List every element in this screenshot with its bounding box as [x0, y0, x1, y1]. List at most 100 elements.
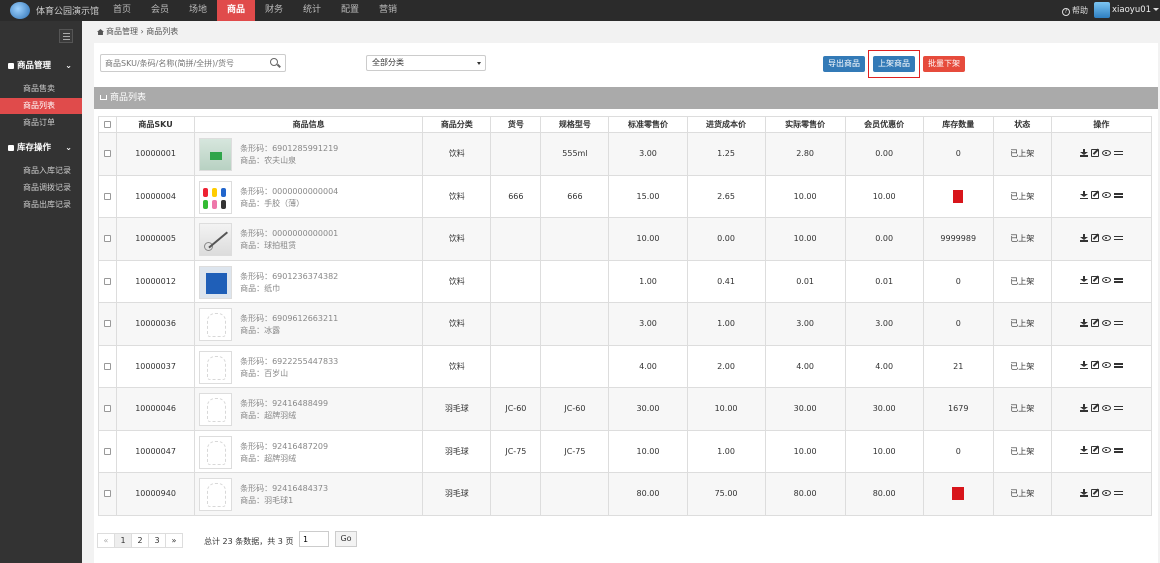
help-link[interactable]: ? 帮助 — [1062, 5, 1088, 16]
edit-icon[interactable] — [1091, 488, 1100, 497]
view-icon[interactable] — [1102, 404, 1112, 411]
topnav-item[interactable]: 会员 — [141, 0, 179, 21]
sidebar-item[interactable]: 商品调拨记录 — [0, 180, 82, 196]
row-checkbox[interactable] — [104, 447, 111, 455]
product-thumbnail[interactable] — [199, 223, 233, 256]
product-table: 商品SKU 商品信息 商品分类 货号 规格型号 标准零售价 进货成本价 实际零售价 会员优惠价库… — [97, 116, 1153, 516]
category-cell: 饮料 — [422, 259, 492, 303]
product-thumbnail[interactable] — [199, 180, 233, 214]
row-checkbox[interactable] — [104, 490, 111, 498]
avatar[interactable] — [1094, 2, 1110, 18]
edit-icon[interactable] — [1091, 276, 1100, 285]
view-icon[interactable] — [1102, 234, 1112, 241]
edit-icon[interactable] — [1091, 446, 1100, 455]
category-select[interactable]: 全部分类 — [366, 55, 486, 71]
go-button[interactable]: Go — [335, 531, 357, 547]
pager-page[interactable]: 2 — [131, 533, 149, 548]
page-number-input[interactable] — [299, 531, 329, 547]
actions-cell — [1050, 302, 1153, 346]
edit-icon[interactable] — [1091, 318, 1100, 327]
batch-offshelf-button[interactable]: 批量下架 — [923, 56, 965, 72]
view-icon[interactable] — [1102, 447, 1112, 454]
column-header: 进货成本价 — [686, 116, 766, 133]
topnav-item[interactable]: 场地 — [179, 0, 217, 21]
transfer-icon[interactable] — [1114, 234, 1124, 242]
view-icon[interactable] — [1102, 149, 1112, 156]
download-icon[interactable] — [1080, 148, 1089, 157]
cost-cell: 1.00 — [686, 429, 766, 473]
transfer-icon[interactable] — [1114, 489, 1124, 497]
download-icon[interactable] — [1080, 191, 1089, 200]
view-icon[interactable] — [1102, 362, 1112, 369]
topnav-item[interactable]: 营销 — [369, 0, 407, 21]
sidebar-item[interactable]: 商品出库记录 — [0, 197, 82, 213]
view-icon[interactable] — [1102, 277, 1112, 284]
sidebar-item[interactable]: 商品入库记录 — [0, 163, 82, 179]
transfer-icon[interactable] — [1114, 404, 1124, 412]
search-icon[interactable] — [270, 58, 278, 66]
user-menu[interactable]: xiaoyu01 — [1112, 5, 1160, 15]
topnav-item[interactable]: 财务 — [255, 0, 293, 21]
breadcrumb-item[interactable]: 商品管理 — [106, 27, 138, 36]
product-thumbnail[interactable] — [199, 138, 233, 171]
product-thumbnail[interactable] — [199, 478, 233, 511]
sidebar-item[interactable]: 商品售卖 — [0, 81, 82, 97]
transfer-icon[interactable] — [1114, 319, 1124, 327]
menu-toggle-icon[interactable] — [59, 29, 73, 43]
row-checkbox[interactable] — [104, 235, 111, 243]
edit-icon[interactable] — [1091, 403, 1100, 412]
stock-cell: 1679 — [922, 387, 994, 431]
sidebar-section-stock[interactable]: 库存操作 ⌄ — [0, 138, 82, 158]
row-checkbox[interactable] — [104, 320, 111, 328]
sidebar-section-product[interactable]: 商品管理 ⌄ — [0, 56, 82, 76]
transfer-icon[interactable] — [1114, 361, 1124, 369]
download-icon[interactable] — [1080, 403, 1089, 412]
search-input[interactable] — [100, 54, 286, 72]
select-all-checkbox[interactable] — [104, 121, 111, 128]
view-icon[interactable] — [1102, 319, 1112, 326]
topnav-item[interactable]: 统计 — [293, 0, 331, 21]
sidebar-item[interactable]: 商品订单 — [0, 115, 82, 131]
product-barcode: 条形码：6909612663211 — [240, 314, 339, 323]
transfer-icon[interactable] — [1114, 446, 1124, 454]
product-thumbnail[interactable] — [199, 265, 233, 299]
topnav-item[interactable]: 首页 — [103, 0, 141, 21]
sidebar-item[interactable]: 商品列表 — [0, 98, 82, 114]
download-icon[interactable] — [1080, 318, 1089, 327]
product-thumbnail[interactable] — [199, 393, 233, 426]
edit-icon[interactable] — [1091, 361, 1100, 370]
edit-icon[interactable] — [1091, 148, 1100, 157]
download-icon[interactable] — [1080, 488, 1089, 497]
view-icon[interactable] — [1102, 192, 1112, 199]
transfer-icon[interactable] — [1114, 149, 1124, 157]
row-checkbox[interactable] — [104, 150, 111, 158]
topnav-item[interactable]: 商品 — [217, 0, 255, 21]
transfer-icon[interactable] — [1114, 276, 1124, 284]
row-checkbox[interactable] — [104, 405, 111, 413]
download-icon[interactable] — [1080, 233, 1089, 242]
action-icons — [1080, 488, 1124, 497]
edit-icon[interactable] — [1091, 233, 1100, 242]
product-thumbnail[interactable] — [199, 350, 233, 384]
topnav-item[interactable]: 配置 — [331, 0, 369, 21]
table-row: 10000037 条形码：6922255447833 商品：百岁山 饮料 4.00 2.0… — [97, 344, 1153, 388]
download-icon[interactable] — [1080, 276, 1089, 285]
download-icon[interactable] — [1080, 361, 1089, 370]
row-checkbox[interactable] — [104, 277, 111, 285]
download-icon[interactable] — [1080, 446, 1089, 455]
actions-cell — [1050, 259, 1153, 303]
shelve-button[interactable]: 上架商品 — [873, 56, 915, 72]
product-thumbnail[interactable] — [199, 308, 233, 341]
view-icon[interactable] — [1102, 489, 1112, 496]
pager-prev[interactable]: « — [97, 533, 115, 548]
pager-page[interactable]: 3 — [148, 533, 166, 548]
transfer-icon[interactable] — [1114, 191, 1124, 199]
edit-icon[interactable] — [1091, 191, 1100, 200]
row-checkbox[interactable] — [104, 362, 111, 370]
product-thumbnail[interactable] — [199, 435, 233, 469]
pager-page[interactable]: 1 — [114, 533, 132, 548]
row-checkbox[interactable] — [104, 192, 111, 200]
export-button[interactable]: 导出商品 — [823, 56, 865, 72]
pager-next[interactable]: » — [165, 533, 183, 548]
caret-down-icon — [477, 62, 481, 65]
